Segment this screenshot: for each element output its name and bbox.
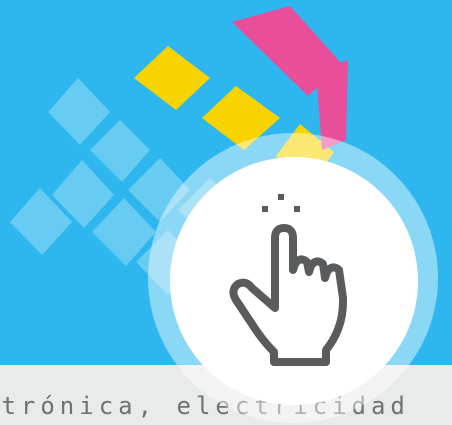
tap-dot-left: [262, 206, 268, 212]
illustration: ctrónica, electricidad: [0, 0, 452, 425]
tap-dot-top: [278, 194, 284, 200]
tap-hand-icon: [229, 194, 348, 366]
tap-dot-right: [294, 206, 300, 212]
